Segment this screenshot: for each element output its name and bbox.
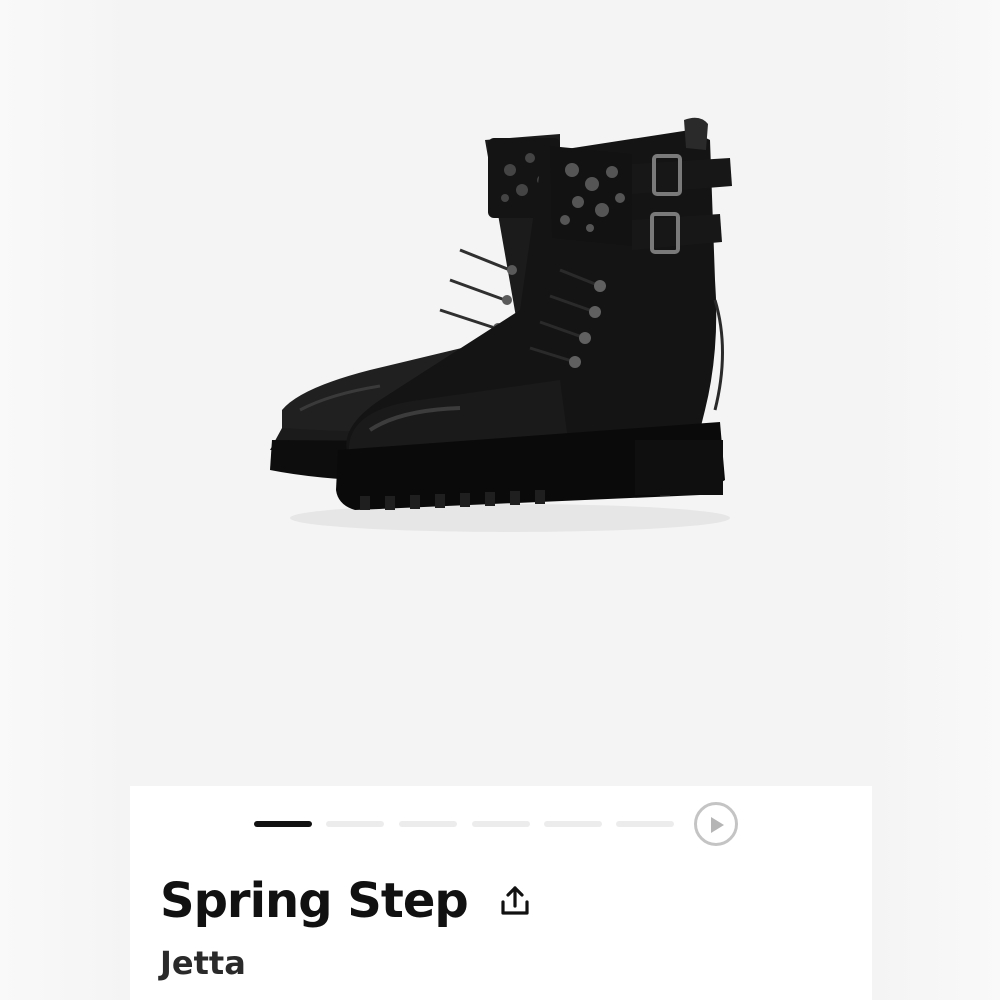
gallery-dot-2[interactable] [326,821,384,827]
play-video-button[interactable] [694,802,738,846]
gallery-dot-6[interactable] [616,821,674,827]
right-backdrop [872,0,1000,1000]
brand-name[interactable]: Spring Step [160,873,469,929]
gallery-dot-3[interactable] [399,821,457,827]
product-card: Spring Step Jetta [130,0,872,1000]
gallery-pagination [254,800,754,850]
left-backdrop [0,0,130,1000]
boots-product-image[interactable] [260,110,740,540]
share-icon[interactable] [498,884,532,918]
gallery-dot-1[interactable] [254,821,312,827]
gallery-dot-4[interactable] [472,821,530,827]
gallery-dot-5[interactable] [544,821,602,827]
product-page: Spring Step Jetta [0,0,1000,1000]
product-name: Jetta [160,944,246,982]
product-gallery[interactable] [130,0,872,786]
brand-row: Spring Step [160,868,532,934]
play-icon [711,817,724,833]
